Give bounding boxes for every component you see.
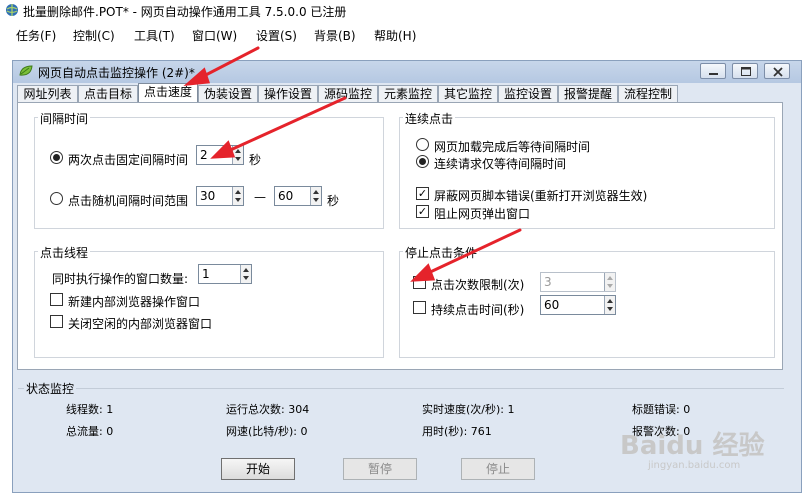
duration-label: 持续点击时间(秒) [431, 303, 525, 317]
status-divider [18, 388, 784, 389]
tab-url-list[interactable]: 网址列表 [17, 85, 78, 103]
window-count-value: 1 [202, 267, 210, 281]
block-popups-label: 阻止网页弹出窗口 [434, 207, 531, 221]
click-limit-value: 3 [544, 275, 552, 289]
tab-flow-control[interactable]: 流程控制 [618, 85, 678, 103]
app-globe-icon [5, 3, 19, 17]
tab-other-monitor[interactable]: 其它监控 [438, 85, 498, 103]
page-loaded-label: 网页加载完成后等待间隔时间 [434, 140, 591, 154]
minimize-icon [709, 73, 718, 75]
menu-window[interactable]: 窗口(W) [192, 27, 237, 44]
random-interval-radio[interactable] [50, 192, 63, 205]
close-idle-browser-label: 关闭空闲的内部浏览器窗口 [68, 317, 213, 331]
status-total-flow: 总流量: 0 [66, 425, 114, 438]
menu-task[interactable]: 任务(F) [16, 27, 56, 44]
block-script-errors-label: 屏蔽网页脚本错误(重新打开浏览器生效) [434, 189, 648, 203]
request-wait-radio[interactable] [416, 155, 429, 168]
status-elapsed: 用时(秒): 761 [422, 425, 492, 438]
baidu-watermark-url: jingyan.baidu.com [648, 460, 741, 471]
pause-button[interactable]: 暂停 [343, 458, 417, 480]
stop-group-label: 停止点击条件 [403, 244, 480, 261]
spinner-arrows-icon[interactable] [310, 187, 321, 205]
spinner-arrows-icon[interactable] [232, 187, 243, 205]
spinner-arrows-icon[interactable] [232, 146, 243, 164]
app-title: 批量删除邮件.POT* - 网页自动操作通用工具 7.5.0.0 已注册 [23, 5, 347, 19]
threads-group-label: 点击线程 [38, 244, 91, 261]
fixed-interval-value: 2 [200, 148, 208, 162]
block-script-errors-checkbox[interactable]: ✓ [416, 187, 429, 200]
tab-click-speed[interactable]: 点击速度 [138, 83, 198, 104]
menu-settings[interactable]: 设置(S) [256, 27, 297, 44]
spinner-arrows-icon[interactable] [240, 265, 251, 283]
fixed-interval-radio[interactable] [50, 151, 63, 164]
menu-help[interactable]: 帮助(H) [374, 27, 416, 44]
minimize-button[interactable] [700, 63, 726, 79]
checkmark-icon: ✓ [417, 187, 428, 200]
request-wait-label: 连续请求仅等待间隔时间 [434, 157, 567, 171]
menu-control[interactable]: 控制(C) [73, 27, 115, 44]
window-count-spinner[interactable]: 1 [198, 264, 252, 284]
menu-tools[interactable]: 工具(T) [134, 27, 175, 44]
random-min-value: 30 [200, 189, 216, 203]
tab-operation[interactable]: 操作设置 [258, 85, 318, 103]
status-net-speed: 网速(比特/秒): 0 [226, 425, 308, 438]
range-dash: — [254, 190, 266, 204]
random-min-spinner[interactable]: 30 [196, 186, 244, 206]
random-max-spinner[interactable]: 60 [274, 186, 322, 206]
click-limit-label: 点击次数限制(次) [431, 278, 525, 292]
stop-button[interactable]: 停止 [461, 458, 535, 480]
status-title-errors: 标题错误: 0 [632, 403, 691, 416]
status-total-runs: 运行总次数: 304 [226, 403, 310, 416]
new-internal-browser-checkbox[interactable] [50, 293, 63, 306]
close-button[interactable] [764, 63, 790, 79]
close-icon [773, 67, 783, 77]
duration-value: 60 [544, 298, 560, 312]
random-interval-label: 点击随机间隔时间范围 [68, 194, 189, 208]
tab-source-monitor[interactable]: 源码监控 [318, 85, 378, 103]
interval-group [34, 117, 384, 229]
page-loaded-radio[interactable] [416, 138, 429, 151]
close-idle-browser-checkbox[interactable] [50, 315, 63, 328]
new-internal-browser-label: 新建内部浏览器操作窗口 [68, 295, 201, 309]
fixed-interval-unit: 秒 [249, 153, 262, 167]
continuous-group-label: 连续点击 [403, 110, 456, 127]
menu-background[interactable]: 背景(B) [314, 27, 356, 44]
tab-click-target[interactable]: 点击目标 [78, 85, 138, 103]
click-limit-checkbox[interactable] [413, 276, 426, 289]
maximize-button[interactable] [732, 63, 758, 79]
random-interval-unit: 秒 [327, 194, 340, 208]
status-speed: 实时速度(次/秒): 1 [422, 403, 515, 416]
duration-checkbox[interactable] [413, 301, 426, 314]
tab-disguise[interactable]: 伪装设置 [198, 85, 258, 103]
window-leaf-icon [18, 64, 34, 78]
duration-spinner[interactable]: 60 [540, 295, 616, 315]
tab-alarm[interactable]: 报警提醒 [558, 85, 618, 103]
tab-element-monitor[interactable]: 元素监控 [378, 85, 438, 103]
block-popups-checkbox[interactable]: ✓ [416, 205, 429, 218]
random-max-value: 60 [278, 189, 294, 203]
interval-group-label: 间隔时间 [38, 110, 91, 127]
click-limit-spinner[interactable]: 3 [540, 272, 616, 292]
window-count-label: 同时执行操作的窗口数量: [52, 272, 189, 286]
status-group-label: 状态监控 [24, 380, 77, 397]
baidu-watermark: Baidu 经验 [620, 431, 765, 461]
fixed-interval-label: 两次点击固定间隔时间 [68, 153, 189, 167]
fixed-interval-spinner[interactable]: 2 [196, 145, 244, 165]
start-button[interactable]: 开始 [221, 458, 295, 480]
spinner-arrows-icon[interactable] [604, 273, 615, 291]
inner-window-title: 网页自动点击监控操作 (2#)* [38, 66, 195, 80]
tab-monitor-settings[interactable]: 监控设置 [498, 85, 558, 103]
maximize-icon [741, 67, 751, 76]
spinner-arrows-icon[interactable] [604, 296, 615, 314]
checkmark-icon: ✓ [417, 205, 428, 218]
status-threads: 线程数: 1 [66, 403, 114, 416]
